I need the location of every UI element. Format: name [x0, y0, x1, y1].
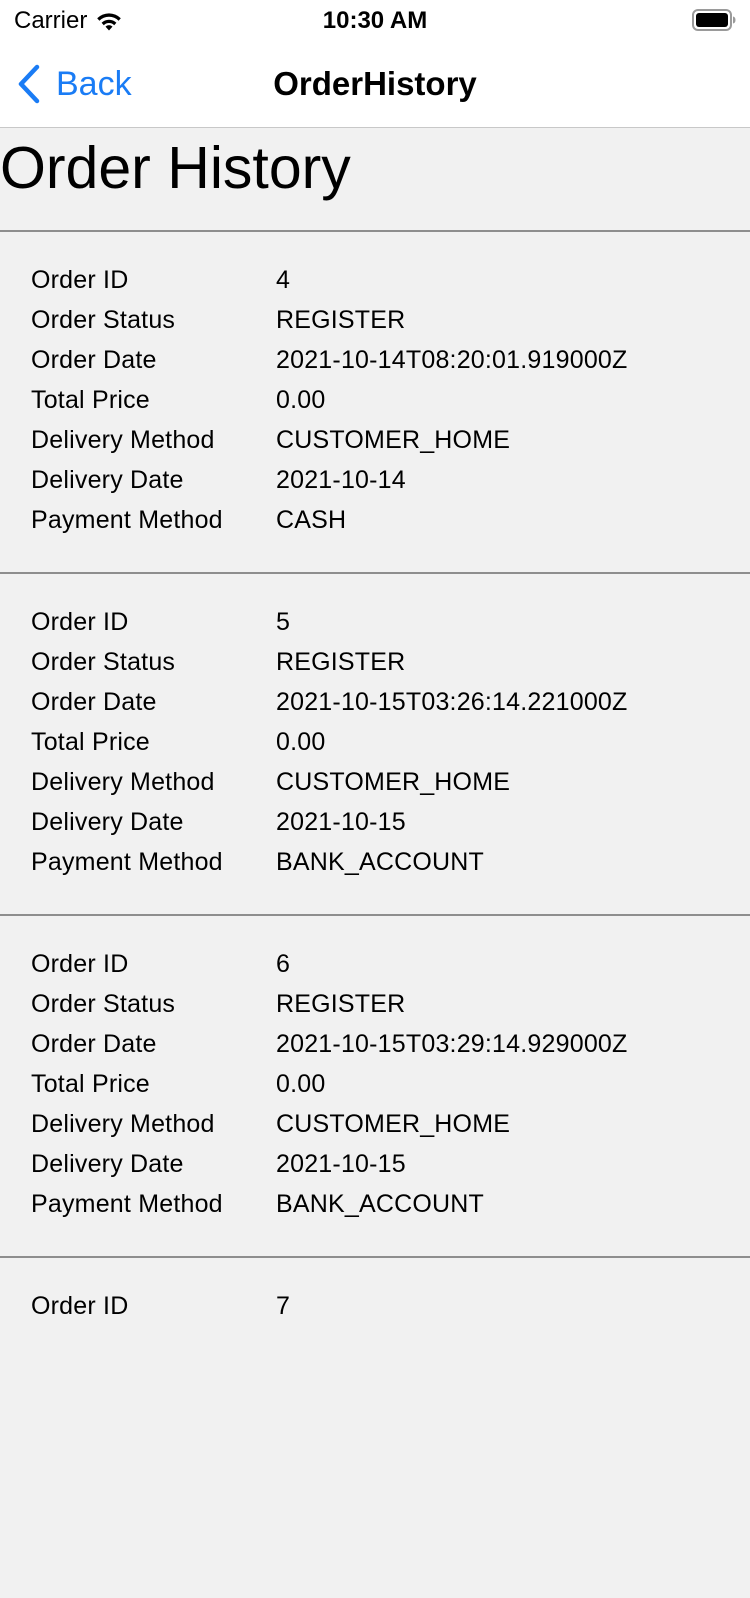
- delivery-date-value: 2021-10-14: [276, 465, 406, 494]
- order-card: Order ID 7: [0, 1256, 750, 1598]
- order-status-row: Order Status REGISTER: [0, 984, 750, 1024]
- order-id-label: Order ID: [31, 265, 129, 294]
- nav-title: OrderHistory: [273, 65, 477, 102]
- order-status-value: REGISTER: [276, 647, 406, 676]
- order-id-row: Order ID 5: [0, 602, 750, 642]
- total-price-value: 0.00: [276, 385, 326, 414]
- clock: 10:30 AM: [322, 7, 428, 34]
- total-price-row: Total Price 0.00: [0, 1064, 750, 1104]
- total-price-label: Total Price: [31, 1069, 150, 1098]
- order-id-row: Order ID 4: [0, 260, 750, 300]
- order-card: Order ID 5 Order Status REGISTER Order D…: [0, 572, 750, 914]
- total-price-label: Total Price: [31, 385, 150, 414]
- order-date-value: 2021-10-15T03:29:14.929000Z: [276, 1029, 628, 1058]
- order-card: Order ID 6 Order Status REGISTER Order D…: [0, 914, 750, 1256]
- delivery-method-label: Delivery Method: [31, 425, 215, 454]
- order-id-label: Order ID: [31, 607, 129, 636]
- delivery-method-value: CUSTOMER_HOME: [276, 767, 511, 796]
- delivery-method-row: Delivery Method CUSTOMER_HOME: [0, 420, 750, 460]
- payment-method-label: Payment Method: [31, 1189, 223, 1218]
- order-date-row: Order Date 2021-10-14T08:20:01.919000Z: [0, 340, 750, 380]
- total-price-value: 0.00: [276, 1069, 326, 1098]
- order-status-value: REGISTER: [276, 989, 406, 1018]
- total-price-value: 0.00: [276, 727, 326, 756]
- delivery-date-row: Delivery Date 2021-10-15: [0, 1144, 750, 1184]
- delivery-date-value: 2021-10-15: [276, 1149, 406, 1178]
- order-status-label: Order Status: [31, 989, 176, 1018]
- order-id-row: Order ID 7: [0, 1286, 750, 1326]
- page-title: Order History: [0, 130, 750, 230]
- order-id-label: Order ID: [31, 1291, 129, 1320]
- payment-method-value: BANK_ACCOUNT: [276, 847, 484, 876]
- payment-method-row: Payment Method BANK_ACCOUNT: [0, 842, 750, 882]
- status-bar: Carrier 10:30 AM: [0, 0, 750, 40]
- delivery-date-label: Delivery Date: [31, 1149, 184, 1178]
- order-id-value: 7: [276, 1291, 291, 1320]
- delivery-method-label: Delivery Method: [31, 767, 215, 796]
- total-price-row: Total Price 0.00: [0, 380, 750, 420]
- payment-method-row: Payment Method BANK_ACCOUNT: [0, 1184, 750, 1224]
- page-title-text: Order History: [0, 135, 351, 201]
- payment-method-value: BANK_ACCOUNT: [276, 1189, 484, 1218]
- order-date-label: Order Date: [31, 687, 157, 716]
- payment-method-label: Payment Method: [31, 505, 223, 534]
- order-status-row: Order Status REGISTER: [0, 300, 750, 340]
- order-date-value: 2021-10-15T03:26:14.221000Z: [276, 687, 628, 716]
- order-id-value: 4: [276, 265, 291, 294]
- order-id-value: 5: [276, 607, 291, 636]
- payment-method-row: Payment Method CASH: [0, 500, 750, 540]
- delivery-method-value: CUSTOMER_HOME: [276, 425, 511, 454]
- navigation-bar: Back OrderHistory: [0, 40, 750, 128]
- order-date-value: 2021-10-14T08:20:01.919000Z: [276, 345, 628, 374]
- delivery-method-label: Delivery Method: [31, 1109, 215, 1138]
- delivery-method-row: Delivery Method CUSTOMER_HOME: [0, 762, 750, 802]
- order-id-label: Order ID: [31, 949, 129, 978]
- payment-method-value: CASH: [276, 505, 347, 534]
- order-date-label: Order Date: [31, 1029, 157, 1058]
- order-id-value: 6: [276, 949, 291, 978]
- delivery-date-value: 2021-10-15: [276, 807, 406, 836]
- order-card: Order ID 4 Order Status REGISTER Order D…: [0, 230, 750, 572]
- order-date-row: Order Date 2021-10-15T03:26:14.221000Z: [0, 682, 750, 722]
- delivery-date-label: Delivery Date: [31, 807, 184, 836]
- order-id-row: Order ID 6: [0, 944, 750, 984]
- order-status-row: Order Status REGISTER: [0, 642, 750, 682]
- delivery-date-row: Delivery Date 2021-10-14: [0, 460, 750, 500]
- payment-method-label: Payment Method: [31, 847, 223, 876]
- total-price-row: Total Price 0.00: [0, 722, 750, 762]
- order-date-row: Order Date 2021-10-15T03:29:14.929000Z: [0, 1024, 750, 1064]
- order-date-label: Order Date: [31, 345, 157, 374]
- battery-icon: [692, 9, 736, 31]
- order-status-label: Order Status: [31, 305, 176, 334]
- order-status-label: Order Status: [31, 647, 176, 676]
- delivery-method-value: CUSTOMER_HOME: [276, 1109, 511, 1138]
- order-status-value: REGISTER: [276, 305, 406, 334]
- delivery-date-label: Delivery Date: [31, 465, 184, 494]
- delivery-method-row: Delivery Method CUSTOMER_HOME: [0, 1104, 750, 1144]
- total-price-label: Total Price: [31, 727, 150, 756]
- delivery-date-row: Delivery Date 2021-10-15: [0, 802, 750, 842]
- order-list[interactable]: Order ID 4 Order Status REGISTER Order D…: [0, 230, 750, 1598]
